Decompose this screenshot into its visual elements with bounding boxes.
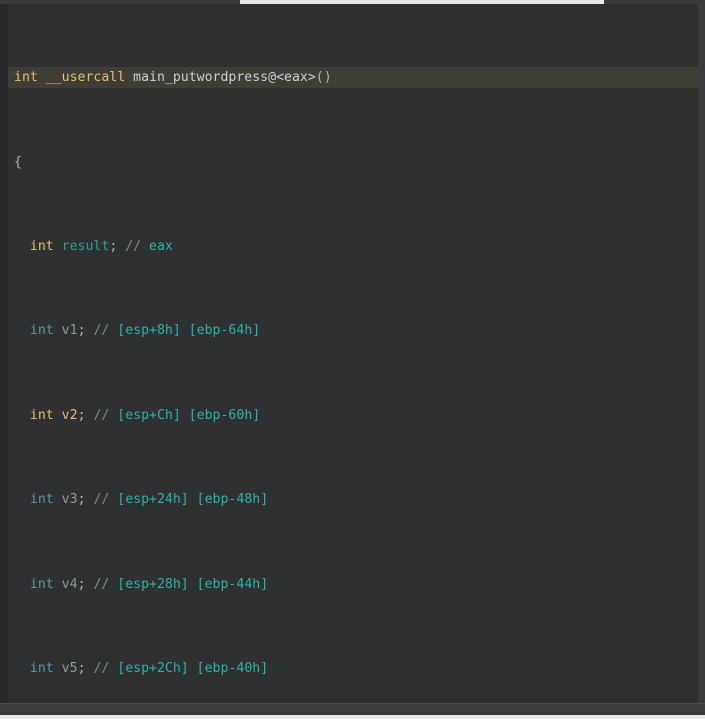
token-keyword: int — [29, 407, 54, 423]
token-comment-slashes: // — [93, 660, 110, 676]
token-keyword: int — [29, 239, 54, 255]
token-calling-convention: __usercall — [45, 70, 126, 86]
token-comment-slashes: // — [93, 492, 110, 508]
token-comment: [esp+28h] [ebp-44h] — [109, 576, 269, 592]
token-comment-slashes: // — [93, 323, 110, 339]
token-variable[interactable]: v2 — [62, 408, 78, 423]
code-line[interactable]: int __usercall main_putwordpress@<eax>() — [8, 67, 698, 89]
token-keyword: int — [29, 323, 54, 339]
code-line[interactable]: int v5; // [esp+2Ch] [ebp-40h] — [8, 658, 698, 679]
token-comment: [esp+Ch] [ebp-60h] — [109, 407, 261, 423]
vertical-scrollbar[interactable] — [698, 4, 705, 704]
token-comment-slashes: // — [93, 407, 110, 423]
token-variable[interactable]: v4 — [62, 577, 78, 592]
token-keyword: int — [29, 576, 54, 592]
token-keyword: int — [29, 492, 54, 508]
token-variable[interactable]: v1 — [62, 323, 78, 338]
code-line[interactable]: int v1; // [esp+8h] [ebp-64h] — [8, 320, 698, 341]
token-variable[interactable]: result — [62, 239, 110, 254]
token-comment: [esp+2Ch] [ebp-40h] — [109, 660, 269, 676]
token-comment-slashes: // — [125, 239, 142, 255]
token-return-register: @<eax> — [268, 70, 316, 86]
code-line[interactable]: int result; // eax — [8, 236, 698, 257]
token-comment: [esp+24h] [ebp-48h] — [109, 492, 269, 508]
code-gutter[interactable] — [0, 4, 8, 704]
code-line[interactable]: int v2; // [esp+Ch] [ebp-60h] — [8, 405, 698, 426]
token-brace: { — [14, 154, 22, 170]
code-line[interactable]: int v3; // [esp+24h] [ebp-48h] — [8, 489, 698, 510]
token-variable[interactable]: v3 — [62, 492, 78, 507]
window-bottom-edge — [0, 715, 705, 719]
code-line[interactable]: { — [8, 152, 698, 173]
token-comment-slashes: // — [93, 576, 110, 592]
pseudocode-window: int __usercall main_putwordpress@<eax>()… — [0, 0, 705, 719]
token-comment: eax — [141, 239, 173, 255]
token-keyword: int — [14, 70, 38, 86]
token-function-name[interactable]: main_putwordpress — [133, 70, 268, 85]
pseudocode-text-area[interactable]: int __usercall main_putwordpress@<eax>()… — [8, 4, 698, 704]
token-comment: [esp+8h] [ebp-64h] — [109, 323, 261, 339]
token-keyword: int — [29, 660, 54, 676]
code-line[interactable]: int v4; // [esp+28h] [ebp-44h] — [8, 574, 698, 595]
token-variable[interactable]: v5 — [62, 661, 78, 676]
